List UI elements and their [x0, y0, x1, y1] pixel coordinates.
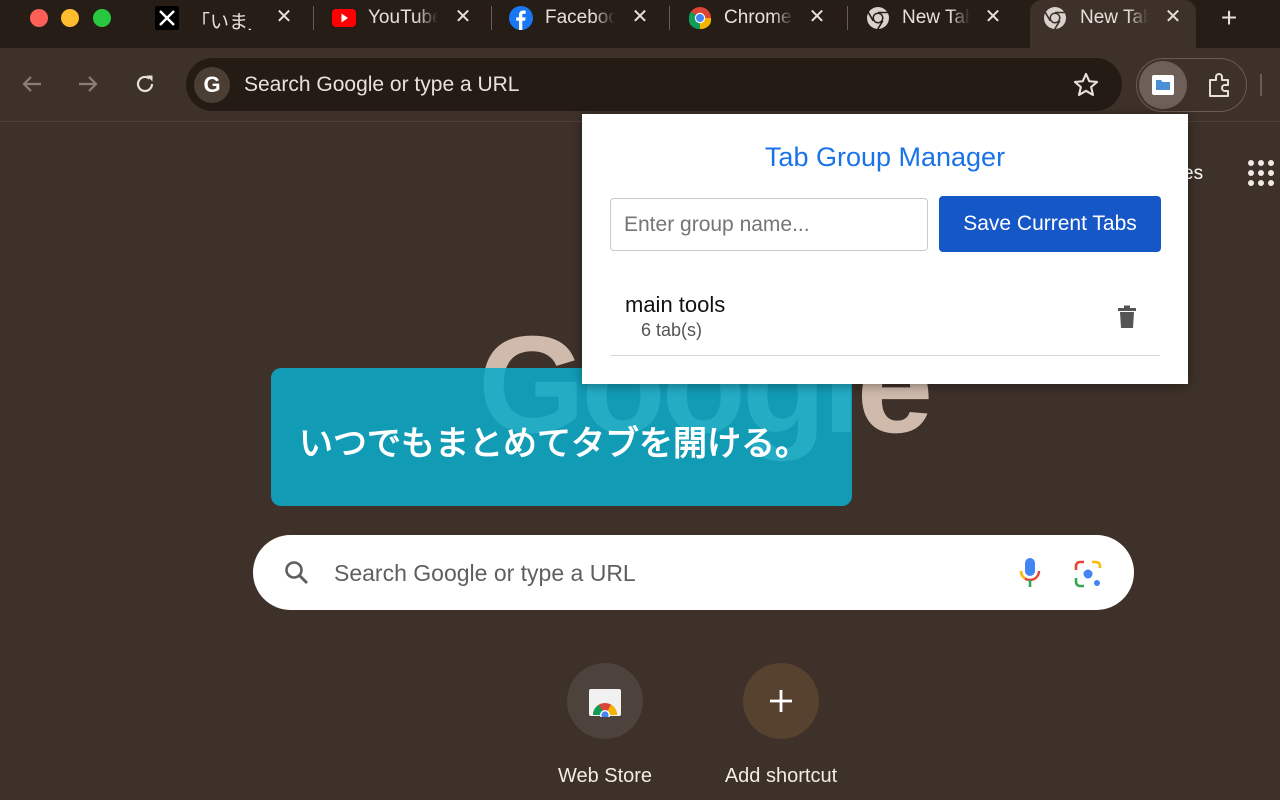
google-apps-icon[interactable]	[1248, 160, 1274, 186]
address-bar-text: Search Google or type a URL	[244, 73, 520, 96]
tab-title: 「いま」	[191, 12, 251, 33]
save-current-tabs-button[interactable]: Save Current Tabs	[939, 196, 1161, 252]
promo-banner: いつでもまとめてタブを開ける。	[271, 368, 852, 506]
group-name: main tools	[625, 292, 726, 317]
address-bar[interactable]: G Search Google or type a URL	[186, 58, 1122, 111]
tab-separator	[669, 6, 670, 30]
tab-strip: 「いま」 ✕ YouTube ✕ Facebook ✕ Chrome	[0, 0, 1280, 48]
tab-1[interactable]: 「いま」 ✕	[155, 0, 295, 48]
window-zoom-button[interactable]	[93, 9, 111, 27]
tab-close-icon[interactable]: ✕	[807, 7, 827, 27]
arrow-right-icon	[79, 76, 98, 92]
tab-close-icon[interactable]: ✕	[983, 7, 1003, 27]
add-shortcut-button[interactable]	[743, 663, 819, 739]
web-store-icon	[589, 689, 621, 717]
chrome-icon	[688, 6, 712, 30]
tab-separator	[847, 6, 848, 30]
tab-separator	[313, 6, 314, 30]
ntp-search-placeholder: Search Google or type a URL	[334, 560, 636, 586]
microphone-icon[interactable]	[1019, 557, 1041, 589]
toolbar: G Search Google or type a URL	[0, 48, 1280, 122]
ntp-search-box[interactable]: Search Google or type a URL	[253, 535, 1134, 610]
group-tab-count: 6 tab(s)	[641, 320, 703, 340]
popup-title: Tab Group Manager	[764, 142, 1006, 172]
window-minimize-button[interactable]	[61, 9, 79, 27]
reload-button[interactable]	[131, 70, 159, 98]
plus-icon	[770, 690, 792, 712]
tab-5[interactable]: New Tab ✕	[866, 0, 1006, 48]
google-g-icon: G	[194, 67, 230, 103]
web-store-shortcut[interactable]	[567, 663, 643, 739]
tab-4[interactable]: Chrome ✕	[688, 0, 828, 48]
chromium-icon	[1043, 6, 1067, 30]
tab-title: YouTube	[368, 7, 438, 28]
tab-title: New Tab	[1080, 7, 1148, 28]
tab-separator	[491, 6, 492, 30]
extensions-button[interactable]	[1204, 70, 1236, 100]
facebook-icon	[509, 6, 533, 30]
tab-6-active[interactable]: New Tab ✕	[1030, 0, 1196, 48]
group-list-item[interactable]: main tools 6 tab(s)	[610, 282, 1160, 356]
tab-title: Chrome	[724, 7, 792, 28]
tab-3[interactable]: Facebook ✕	[509, 0, 649, 48]
tab-title: New Tab	[902, 7, 970, 28]
folder-icon	[1152, 75, 1174, 95]
tab-close-icon[interactable]: ✕	[630, 7, 650, 27]
tab-close-icon[interactable]: ✕	[453, 7, 473, 27]
puzzle-icon	[1209, 73, 1229, 97]
youtube-icon	[332, 6, 356, 30]
promo-banner-text: いつでもまとめてタブを開ける。	[299, 425, 809, 463]
reload-icon	[136, 75, 154, 93]
tab-close-icon[interactable]: ✕	[274, 7, 294, 27]
window-close-button[interactable]	[30, 9, 48, 27]
tab-group-manager-popup: Tab Group Manager Save Current Tabs main…	[582, 114, 1188, 384]
search-icon	[285, 561, 309, 585]
x-logo-icon	[155, 6, 179, 30]
back-button[interactable]	[18, 70, 46, 98]
web-store-label[interactable]: Web Store	[545, 765, 665, 788]
trash-icon[interactable]	[1117, 305, 1137, 329]
chromium-icon	[866, 6, 890, 30]
tab-close-icon[interactable]: ✕	[1163, 7, 1183, 27]
arrow-left-icon	[22, 76, 41, 92]
toolbar-separator	[1260, 74, 1262, 96]
tab-2[interactable]: YouTube ✕	[332, 0, 472, 48]
group-name-input[interactable]	[610, 198, 928, 251]
tab-title: Facebook	[545, 7, 615, 28]
forward-button[interactable]	[74, 70, 102, 98]
add-shortcut-label[interactable]: Add shortcut	[711, 765, 851, 788]
bookmark-star-icon[interactable]	[1072, 71, 1100, 99]
tab-group-manager-extension-button[interactable]	[1139, 61, 1187, 109]
google-lens-icon[interactable]	[1073, 559, 1103, 589]
new-tab-button[interactable]: +	[1216, 4, 1242, 32]
